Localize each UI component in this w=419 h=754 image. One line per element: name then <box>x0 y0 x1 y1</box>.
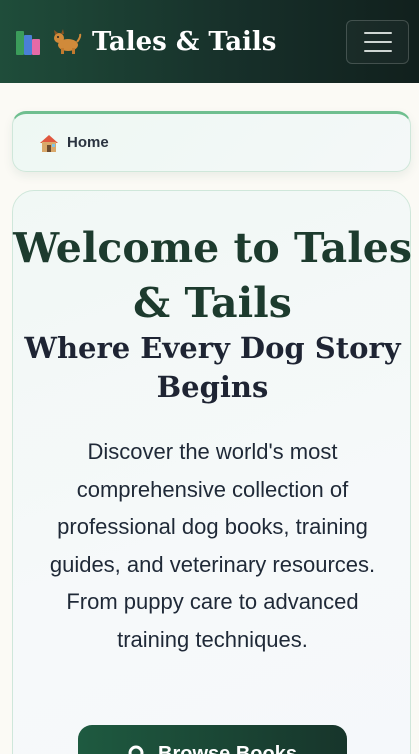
books-icon <box>16 29 44 55</box>
hero-section: Welcome to Tales & Tails Where Every Dog… <box>12 190 412 754</box>
hero-description: Discover the world's most comprehensive … <box>49 439 376 652</box>
navbar: Tales & Tails <box>0 0 419 83</box>
hamburger-menu-icon <box>363 31 392 34</box>
dog-icon <box>52 28 82 55</box>
browse-books-button[interactable]: Browse Books <box>78 725 347 754</box>
brand-link[interactable]: Tales & Tails <box>16 27 276 57</box>
breadcrumb-home-link[interactable]: Home <box>67 134 109 151</box>
house-icon <box>39 134 59 152</box>
hero-subtitle: Where Every Dog Story Begins <box>24 331 401 404</box>
hero-title: Welcome to Tales & Tails <box>13 224 412 327</box>
menu-toggle-button[interactable] <box>346 19 409 64</box>
cta-label: Browse Books <box>158 743 297 754</box>
search-icon <box>128 745 148 754</box>
brand-title: Tales & Tails <box>92 26 277 57</box>
breadcrumb: Home <box>12 111 411 172</box>
